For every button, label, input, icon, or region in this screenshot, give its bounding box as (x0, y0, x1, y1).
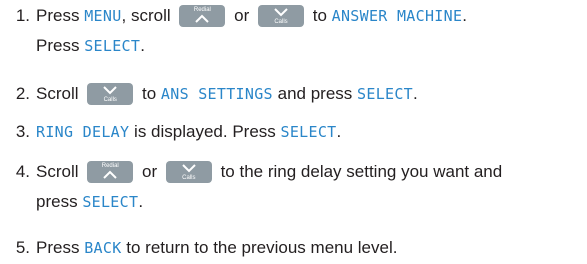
step-text: . (462, 6, 468, 25)
step-text: to return to the previous menu level. (126, 238, 398, 257)
calls-down-key: Calls (165, 160, 212, 183)
step-text: Scroll (36, 84, 79, 103)
redial-up-key: Redial (87, 160, 134, 183)
lcd-answer-machine: ANSWER MACHINE (331, 7, 463, 25)
step-number: 2. (15, 84, 30, 103)
redial-label: Redial (193, 6, 211, 13)
step-text: or (234, 6, 250, 25)
step-text: Press (36, 238, 80, 257)
step-1-line-2: Press SELECT. (0, 34, 145, 58)
step-5-line-1: 5. Press BACK to return to the previous m… (0, 236, 398, 260)
step-4-line-2: press SELECT. (0, 190, 143, 214)
step-number: 4. (15, 162, 30, 181)
step-3-line-1: 3. RING DELAY is displayed. Press SELECT. (0, 120, 341, 144)
calls-down-key: Calls (87, 82, 134, 105)
step-text: Scroll (36, 162, 79, 181)
lcd-ring-delay: RING DELAY (36, 123, 130, 141)
step-text: to (312, 6, 327, 25)
step-text: press (36, 192, 78, 211)
step-1-line-1: 1. Press MENU, scroll Redial or Calls to … (0, 4, 467, 28)
step-text: to the ring delay setting you want and (220, 162, 503, 181)
step-text: or (141, 162, 158, 181)
step-text: . (138, 192, 144, 211)
step-text: and press (277, 84, 353, 103)
lcd-select: SELECT (84, 37, 141, 55)
step-text: Press (36, 36, 80, 55)
chevron-up-icon (195, 14, 210, 23)
redial-up-key: Redial (179, 4, 226, 27)
chevron-up-icon (103, 170, 117, 179)
step-text: Press (36, 6, 80, 25)
calls-label: Calls (182, 174, 196, 181)
step-text: . (140, 36, 145, 55)
lcd-select: SELECT (82, 193, 139, 211)
lcd-select: SELECT (280, 123, 337, 141)
step-number: 1. (15, 6, 30, 25)
lcd-back: BACK (84, 239, 122, 257)
calls-label: Calls (103, 96, 117, 103)
redial-label: Redial (101, 162, 119, 169)
chevron-down-icon (182, 163, 196, 172)
instruction-steps: 1. Press MENU, scroll Redial or Calls to … (0, 0, 587, 264)
step-2-line-1: 2. Scroll Calls to ANS SETTINGS and press… (0, 82, 418, 106)
chevron-down-icon (103, 85, 117, 94)
lcd-select: SELECT (357, 85, 414, 103)
step-text: , scroll (121, 6, 171, 25)
lcd-menu: MENU (84, 7, 122, 25)
step-text: . (336, 122, 342, 141)
step-4-line-1: 4. Scroll Redial or Calls to the ring del… (0, 160, 502, 184)
step-text: is displayed. Press (134, 122, 276, 141)
step-text: . (413, 84, 418, 103)
chevron-down-icon (274, 7, 288, 16)
calls-label: Calls (274, 18, 288, 25)
step-number: 3. (15, 122, 30, 141)
lcd-ans-settings: ANS SETTINGS (160, 85, 273, 103)
step-text: to (141, 84, 157, 103)
step-number: 5. (15, 238, 30, 257)
calls-down-key: Calls (257, 4, 304, 27)
